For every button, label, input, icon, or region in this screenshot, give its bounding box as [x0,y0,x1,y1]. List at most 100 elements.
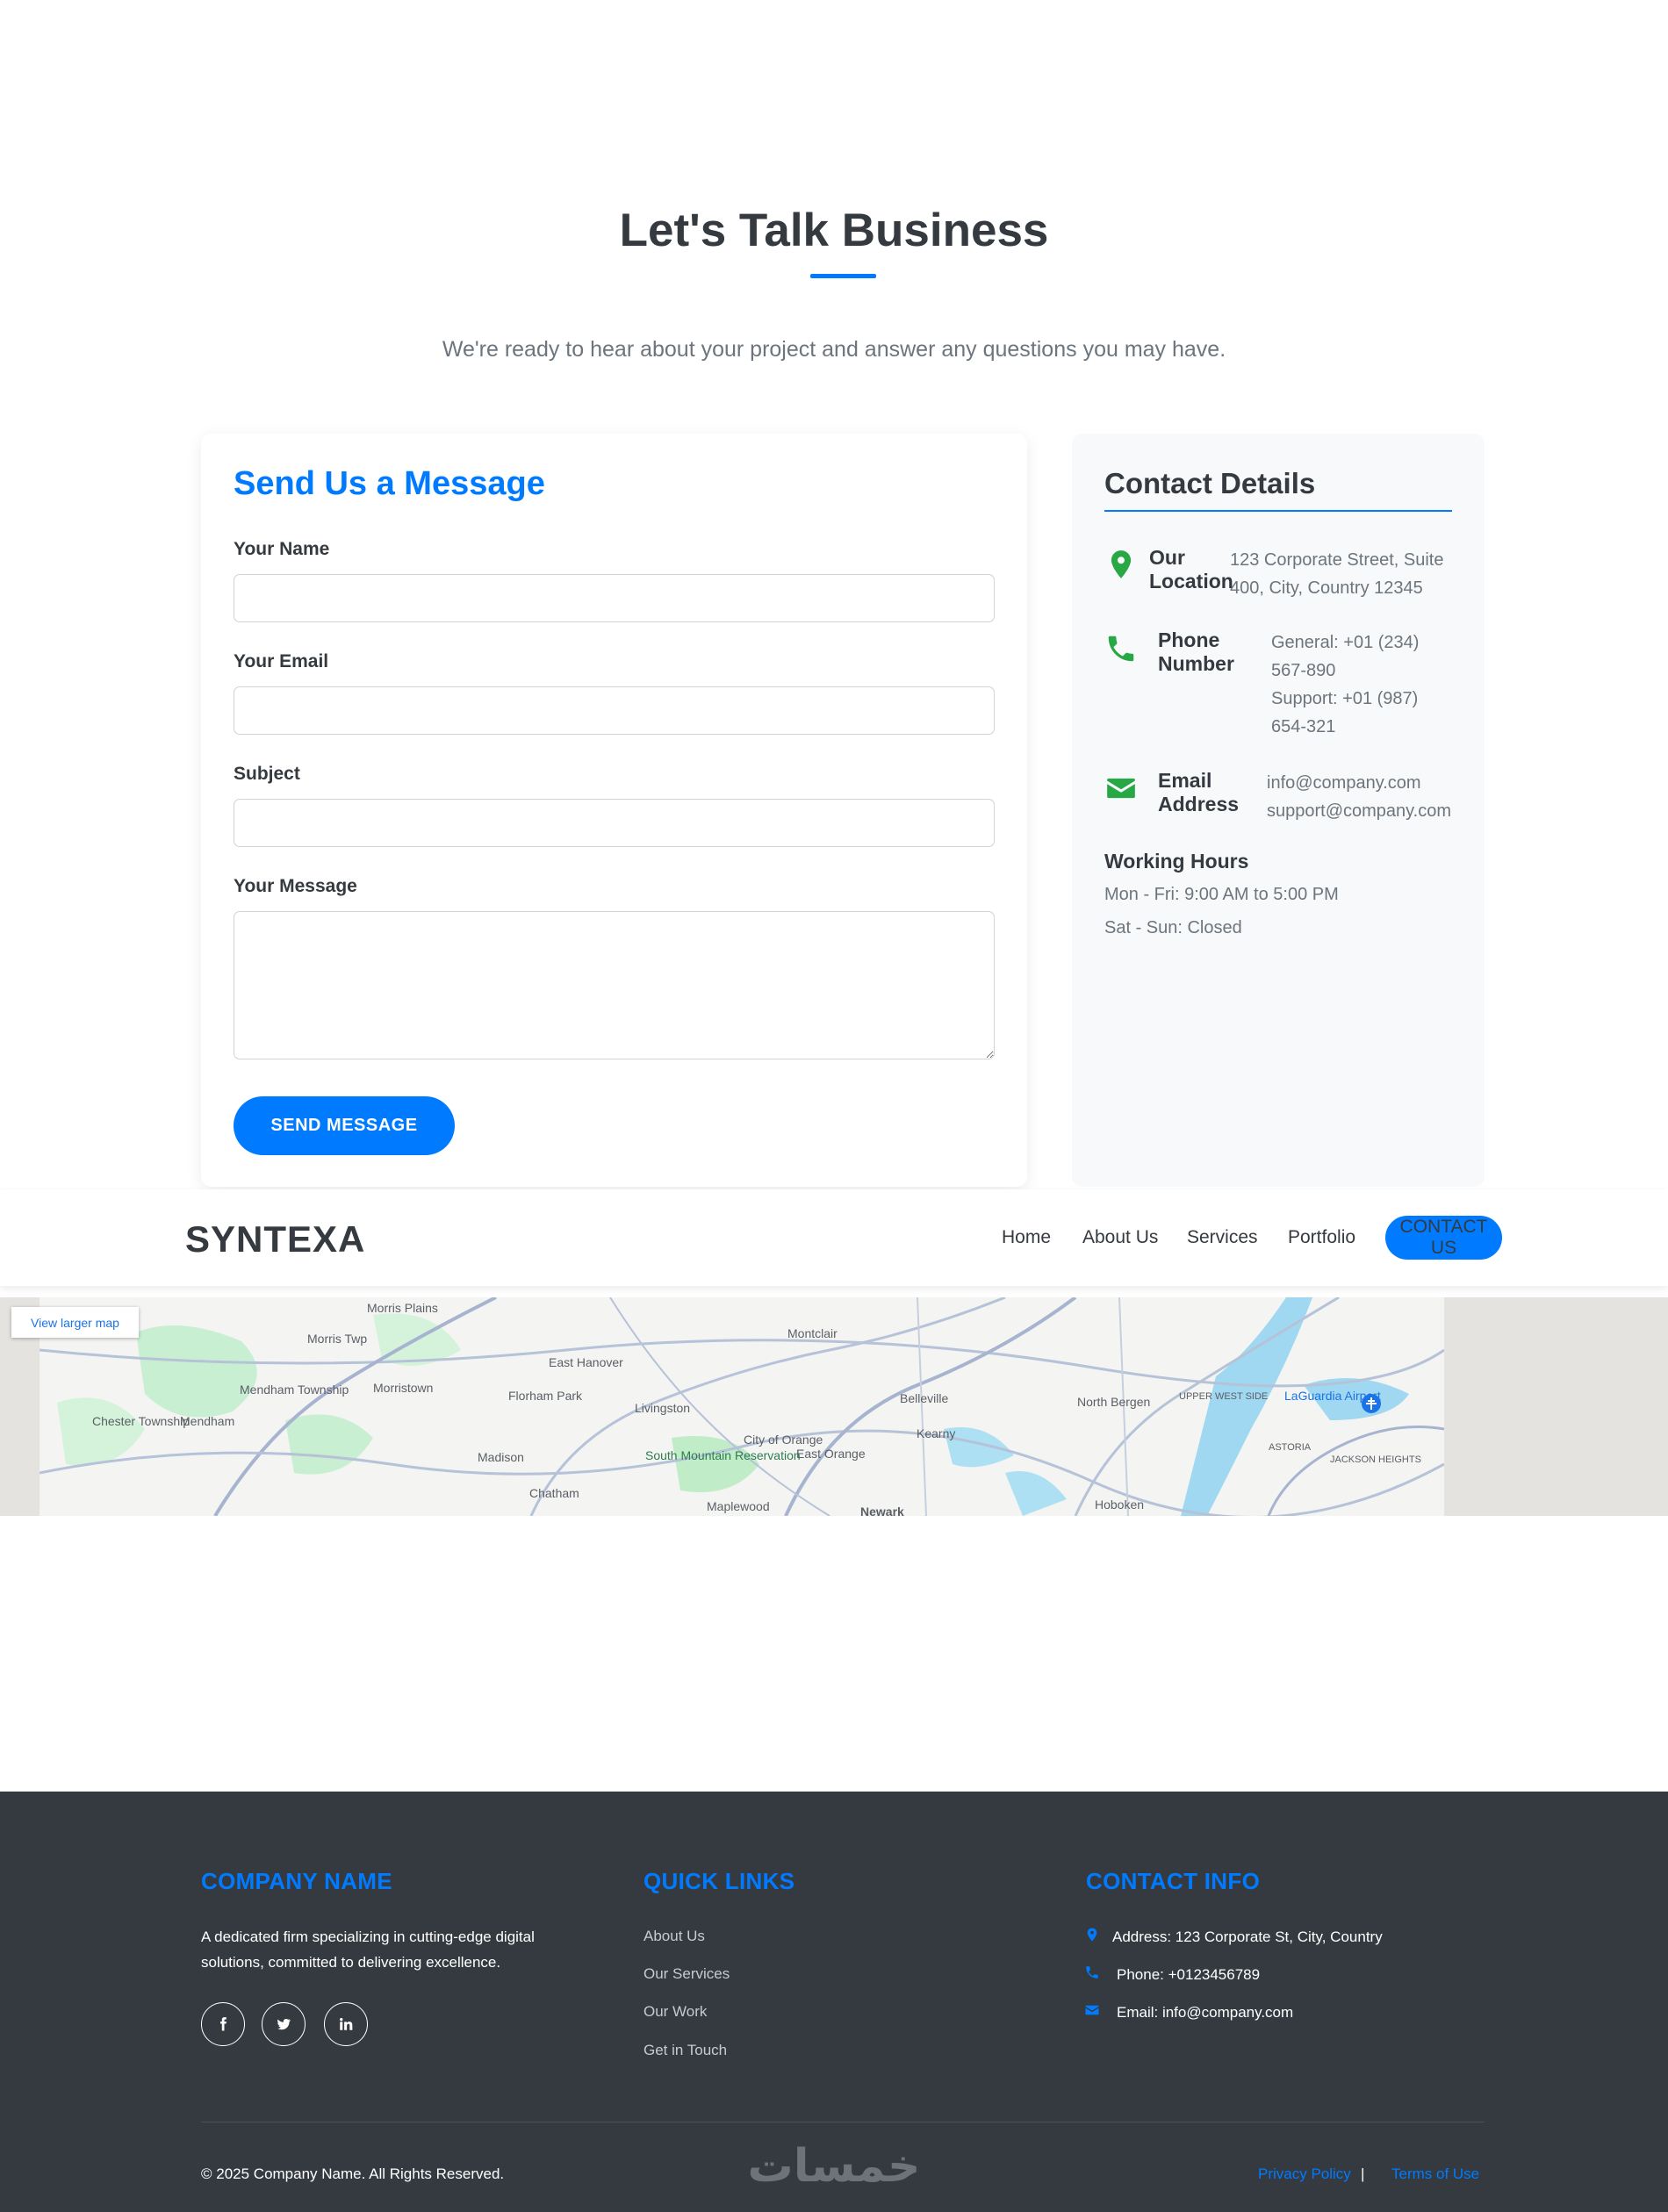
map-edge [1444,1297,1668,1516]
title-underline [810,274,876,278]
hours-weekend: Sat - Sun: Closed [1104,918,1242,937]
map-label: City of Orange [744,1433,823,1447]
email-title: Email Address [1158,769,1240,815]
nav-about-us[interactable]: About Us [1082,1227,1158,1248]
khamsat-watermark: خمسات [747,2141,920,2193]
footer-company-text: A dedicated firm specializing in cutting… [201,1924,535,1975]
map-label: South Mountain Reservation [645,1448,801,1462]
terms-of-use-link[interactable]: Terms of Use [1391,2165,1479,2183]
name-label: Your Name [234,539,330,559]
map-label: JACKSON HEIGHTS [1330,1454,1421,1465]
footer-link-our-work[interactable]: Our Work [643,2003,707,2021]
email-input[interactable] [234,686,995,735]
twitter-icon [277,2018,291,2030]
site-footer: COMPANY NAME A dedicated firm specializi… [0,1792,1668,2212]
section-subtitle: We're ready to hear about your project a… [442,337,1226,362]
map-label: East Orange [796,1447,866,1461]
contact-details-card: Contact Details Our Location 123 Corpora… [1072,434,1485,1187]
svg-text:خمسات: خمسات [747,2141,920,2193]
nav-services[interactable]: Services [1187,1227,1258,1248]
footer-email: Email: info@company.com [1117,2004,1294,2021]
name-input[interactable] [234,574,995,622]
map-label: Mendham Township [240,1382,349,1397]
facebook-link[interactable] [201,2002,245,2046]
send-message-button[interactable]: SEND MESSAGE [234,1096,455,1155]
privacy-policy-link[interactable]: Privacy Policy [1258,2165,1351,2183]
hours-weekdays: Mon - Fri: 9:00 AM to 5:00 PM [1104,885,1339,904]
nav-contact-us-button[interactable]: CONTACT US [1385,1216,1502,1260]
nav-portfolio[interactable]: Portfolio [1288,1227,1355,1248]
map-label: Hoboken [1095,1497,1144,1512]
details-title-rule [1104,510,1452,512]
location-title: Our Location [1149,546,1233,592]
phone-line-1: General: +01 (234) [1271,633,1420,652]
map-canvas[interactable]: Morris Plains Morris Twp Montclair East … [40,1297,1444,1516]
map-label: Newark [860,1505,904,1516]
email-label: Your Email [234,651,329,672]
phone-title: Phone Number [1158,628,1234,675]
footer-company-heading: COMPANY NAME [201,1868,392,1894]
map-label: Madison [478,1450,524,1464]
brand-logo[interactable]: SYNTEXA [185,1218,365,1260]
map-label: Belleville [900,1391,948,1405]
facebook-icon [220,2017,226,2031]
footer-link-about-us[interactable]: About Us [643,1928,705,1945]
email-line-2: support@company.com [1267,801,1452,821]
nav-home[interactable]: Home [1002,1227,1051,1248]
map-label: Montclair [787,1326,838,1340]
map-marker-icon [1087,1928,1097,1942]
footer-link-get-in-touch[interactable]: Get in Touch [643,2042,727,2059]
map-label: ASTORIA [1269,1442,1312,1453]
form-title: Send Us a Message [234,465,545,502]
footer-links-heading: QUICK LINKS [643,1868,795,1894]
footer-link-our-services[interactable]: Our Services [643,1965,730,1983]
message-textarea[interactable] [234,911,995,1059]
location-value: 123 Corporate Street, Suite 400, City, C… [1230,546,1443,602]
company-text-line-2: solutions, committed to delivering excel… [201,1954,501,1971]
footer-contact-heading: CONTACT INFO [1086,1868,1261,1894]
phone-icon [1086,1966,1098,1979]
embedded-map[interactable]: Morris Plains Morris Twp Montclair East … [0,1297,1668,1516]
map-label: Chester Township [92,1414,190,1428]
map-label: UPPER WEST SIDE [1179,1391,1268,1402]
map-label: Morristown [373,1381,433,1395]
section-title: Let's Talk Business [619,205,1049,256]
map-label: Chatham [529,1486,579,1500]
map-label: Kearny [917,1426,955,1440]
phone-line-4: 654-321 [1271,717,1336,736]
working-hours-title: Working Hours [1104,850,1249,873]
airport-icon [1362,1394,1381,1413]
location-line-2: 400, City, Country 12345 [1230,578,1423,598]
map-label: East Hanover [549,1355,623,1369]
envelope-icon [1107,778,1135,799]
details-title: Contact Details [1104,467,1316,499]
message-label: Your Message [234,876,357,896]
location-line-1: 123 Corporate Street, Suite [1230,550,1444,570]
site-navbar: SYNTEXA Home About Us Services Portfolio… [0,1189,1668,1286]
legal-separator: | [1361,2165,1365,2182]
map-label: Morris Plains [367,1301,438,1315]
map-marker-icon [1111,550,1132,578]
company-text-line-1: A dedicated firm specializing in cutting… [201,1928,535,1945]
map-label: Morris Twp [307,1332,367,1346]
footer-phone: Phone: +0123456789 [1117,1966,1261,1983]
linkedin-icon [340,2017,353,2030]
phone-value: General: +01 (234) 567-890 Support: +01 … [1271,628,1419,741]
linkedin-link[interactable] [324,2002,368,2046]
map-label: North Bergen [1077,1395,1150,1409]
subject-input[interactable] [234,799,995,847]
map-label: Florham Park [508,1389,583,1403]
contact-form-card: Send Us a Message Your Name Your Email S… [201,434,1027,1187]
subject-label: Subject [234,764,300,784]
twitter-link[interactable] [262,2002,306,2046]
copyright-text: © 2025 Company Name. All Rights Reserved… [201,2165,505,2182]
email-line-1: info@company.com [1267,773,1421,793]
view-larger-map-button[interactable]: View larger map [11,1307,139,1338]
map-label: Maplewood [707,1499,770,1513]
map-label: Mendham [180,1414,234,1428]
phone-line-3: Support: +01 (987) [1271,689,1419,708]
phone-icon [1108,636,1134,662]
email-value: info@company.com support@company.com [1267,769,1451,825]
footer-address: Address: 123 Corporate St, City, Country [1112,1928,1383,1945]
phone-line-2: 567-890 [1271,661,1336,680]
